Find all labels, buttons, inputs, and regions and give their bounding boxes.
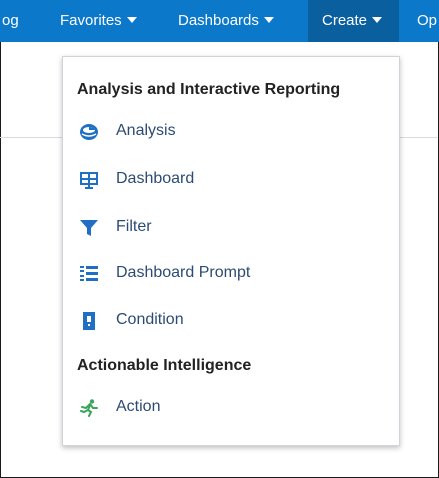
filter-icon (79, 219, 99, 237)
action-icon (79, 399, 99, 417)
nav-catalog-label: og (2, 12, 19, 29)
analysis-icon (79, 123, 99, 141)
menu-item-dashboard-prompt[interactable]: Dashboard Prompt (63, 257, 399, 291)
nav-open[interactable]: Op (417, 0, 437, 42)
caret-down-icon (126, 17, 137, 23)
nav-catalog[interactable]: og (2, 0, 19, 42)
menu-item-analysis[interactable]: Analysis (63, 115, 399, 149)
nav-open-label: Op (417, 12, 438, 29)
menu-item-filter-label: Filter (116, 218, 152, 235)
section-heading-actionable-intelligence: Actionable Intelligence (77, 357, 252, 374)
dashboard-prompt-icon (79, 265, 99, 283)
menu-item-analysis-label: Analysis (116, 122, 176, 139)
menu-item-condition-label: Condition (116, 311, 184, 328)
nav-create[interactable]: Create (308, 0, 399, 42)
nav-create-label: Create (322, 12, 368, 29)
menu-item-dashboard[interactable]: Dashboard (63, 163, 399, 197)
menu-item-dashboard-label: Dashboard (116, 170, 195, 187)
menu-item-dashboard-prompt-label: Dashboard Prompt (116, 264, 251, 281)
caret-down-icon (372, 17, 383, 23)
dashboard-icon (79, 171, 99, 189)
section-heading-analysis-reporting: Analysis and Interactive Reporting (77, 81, 341, 98)
caret-down-icon (263, 17, 274, 23)
menu-item-condition[interactable]: Condition (63, 304, 399, 338)
condition-icon (79, 312, 99, 330)
nav-favorites[interactable]: Favorites (60, 0, 137, 42)
create-dropdown-menu: Analysis and Interactive Reporting Analy… (62, 56, 400, 446)
nav-dashboards[interactable]: Dashboards (178, 0, 274, 42)
nav-favorites-label: Favorites (60, 12, 122, 29)
nav-dashboards-label: Dashboards (178, 12, 259, 29)
menu-item-action-label: Action (116, 398, 161, 415)
menu-item-filter[interactable]: Filter (63, 211, 399, 245)
top-navigation-bar: og Favorites Dashboards Create Op (0, 0, 439, 42)
menu-item-action[interactable]: Action (63, 391, 399, 425)
